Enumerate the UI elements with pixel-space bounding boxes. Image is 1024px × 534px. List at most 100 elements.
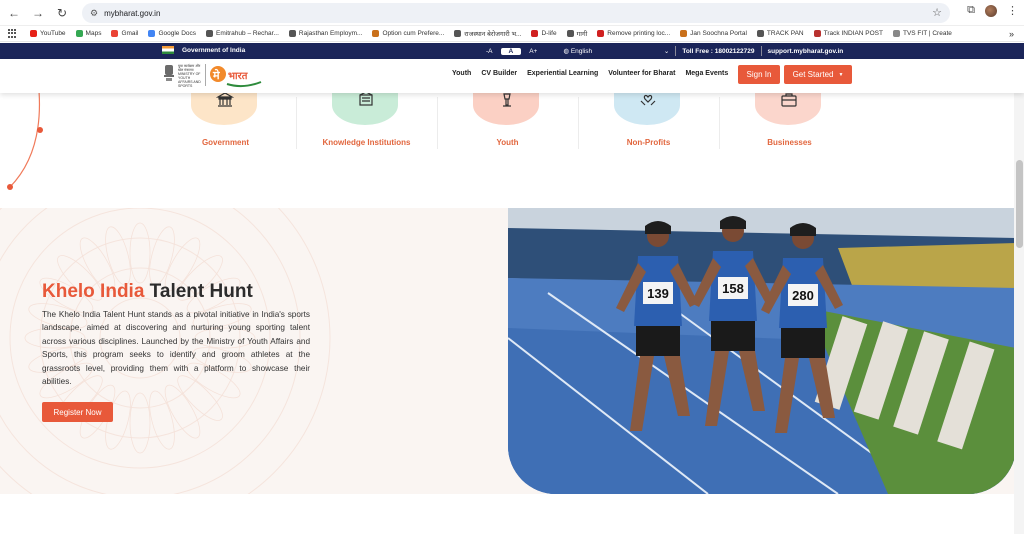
nav-item-cv-builder[interactable]: CV Builder <box>481 70 517 77</box>
chevron-down-icon: ⌄ <box>663 48 670 55</box>
bookmark-item[interactable]: Option cum Prefere... <box>372 30 444 37</box>
bookmark-label: Jan Soochna Portal <box>690 30 747 37</box>
address-bar[interactable]: ⚙ mybharat.gov.in ☆ <box>82 3 950 23</box>
extensions-icon[interactable]: ⧉ <box>967 4 975 17</box>
more-bookmarks-icon[interactable]: » <box>1009 29 1014 39</box>
category-label: Knowledge Institutions <box>322 138 411 147</box>
get-started-label: Get Started <box>792 70 834 79</box>
browser-menu-icon[interactable]: ⋮ <box>1007 4 1018 17</box>
bookmark-item[interactable]: Rajasthan Employm... <box>288 30 362 37</box>
category-label: Youth <box>496 138 519 147</box>
nav-item-experiential-learning[interactable]: Experiential Learning <box>527 70 598 77</box>
bookmarks-bar: YouTube Maps Gmail Google Docs Emitrahub – R… <box>0 26 1024 42</box>
institution-icon <box>359 91 373 106</box>
bookmark-label: TVS FIT | Create <box>902 30 952 37</box>
bookmark-item[interactable]: गागी <box>566 29 587 38</box>
bookmark-star-icon[interactable]: ☆ <box>932 6 942 19</box>
mera-bharat-logo[interactable]: मे भारत <box>209 62 265 90</box>
youth-icon <box>503 93 511 107</box>
apps-grid-icon[interactable] <box>8 28 18 39</box>
bookmark-favicon-icon <box>454 30 462 37</box>
browser-toolbar: ← → ↻ ⌂ ⚙ mybharat.gov.in ☆ ⧉ ⋮ <box>0 0 1024 26</box>
national-emblem-icon <box>164 65 174 81</box>
bookmark-item[interactable]: राजस्थान बेरोजगारी भ... <box>454 29 521 38</box>
category-divider <box>578 97 579 149</box>
bookmark-item[interactable]: TVS FIT | Create <box>892 30 952 37</box>
bookmark-item[interactable]: Emitrahub – Rechar... <box>206 30 279 37</box>
hero-title-accent: Khelo India <box>42 281 145 302</box>
category-card[interactable]: Businesses <box>719 85 860 155</box>
caret-down-icon: ▼ <box>838 71 844 78</box>
svg-text:मे: मे <box>212 68 220 82</box>
bookmark-favicon-icon <box>680 30 688 37</box>
category-card[interactable]: Government <box>155 85 296 155</box>
bookmark-favicon-icon <box>813 30 821 37</box>
bookmark-item[interactable]: Google Docs <box>148 30 196 37</box>
bookmark-item[interactable]: D-life <box>531 30 557 37</box>
bookmark-favicon-icon <box>288 30 296 37</box>
site-info-icon[interactable]: ⚙ <box>90 8 98 19</box>
get-started-button[interactable]: Get Started ▼ <box>784 65 852 84</box>
bookmark-label: TRACK PAN <box>766 30 804 37</box>
hero-title-rest: Talent Hunt <box>144 281 253 302</box>
category-label: Non-Profits <box>626 138 671 147</box>
bookmark-item[interactable]: TRACK PAN <box>756 30 804 37</box>
url-text: mybharat.gov.in <box>104 8 161 18</box>
language-select[interactable]: ◍ English ⌄ <box>563 47 669 55</box>
bookmark-item[interactable]: Jan Soochna Portal <box>680 30 747 37</box>
forward-icon[interactable]: → <box>28 3 48 23</box>
category-card[interactable]: Non-Profits <box>578 85 719 155</box>
bib-number: 280 <box>792 288 814 303</box>
bookmark-item[interactable]: YouTube <box>30 30 66 37</box>
hero-section: Khelo India Talent Hunt The Khelo India … <box>0 208 1024 494</box>
bookmark-label: Remove printing loc... <box>607 30 671 37</box>
nav-item-youth[interactable]: Youth <box>452 70 471 77</box>
gov-strip: Government of India -A A A+ ◍ English ⌄ … <box>0 43 1024 59</box>
bookmark-favicon-icon <box>531 30 539 37</box>
font-normal-button[interactable]: A <box>500 47 522 55</box>
support-link[interactable]: support.mybharat.gov.in <box>768 48 844 55</box>
bookmark-label: Emitrahub – Rechar... <box>216 30 279 37</box>
hero-description: The Khelo India Talent Hunt stands as a … <box>42 310 310 387</box>
bookmark-item[interactable]: Track INDIAN POST <box>813 30 883 37</box>
bib-number: 158 <box>722 281 744 296</box>
building-icon <box>216 92 234 107</box>
font-decrease-button[interactable]: -A <box>478 48 501 55</box>
reload-icon[interactable]: ↻ <box>52 3 72 23</box>
bookmark-item[interactable]: Gmail <box>111 30 138 37</box>
category-row: Government Knowledge Institutions Youth Non… <box>155 85 860 155</box>
main-menu: Youth CV Builder Experiential Learning Volu… <box>452 70 738 77</box>
register-now-button[interactable]: Register Now <box>42 402 113 422</box>
bookmark-label: YouTube <box>40 30 66 37</box>
bookmark-favicon-icon <box>206 30 214 37</box>
scrollbar-thumb[interactable] <box>1016 160 1023 248</box>
hero-title: Khelo India Talent Hunt <box>42 281 253 303</box>
bookmark-favicon-icon <box>597 30 605 37</box>
sign-in-button[interactable]: Sign In <box>738 65 780 84</box>
language-value: English <box>570 48 593 55</box>
decorative-arc <box>7 80 43 190</box>
nav-item-mega-events[interactable]: Mega Events <box>685 70 728 77</box>
font-increase-button[interactable]: A+ <box>521 48 545 55</box>
category-divider <box>437 97 438 149</box>
athletes-photo: 139 158 280 <box>508 208 1016 494</box>
svg-text:भारत: भारत <box>228 71 249 82</box>
bookmark-item[interactable]: Remove printing loc... <box>597 30 670 37</box>
bookmark-label: Google Docs <box>158 30 197 37</box>
bookmark-favicon-icon <box>892 30 900 37</box>
category-label: Businesses <box>767 138 812 147</box>
bookmark-favicon-icon <box>111 30 119 37</box>
bookmark-favicon-icon <box>566 30 574 37</box>
bookmark-favicon-icon <box>30 30 37 37</box>
category-card[interactable]: Knowledge Institutions <box>296 85 437 155</box>
bookmark-item[interactable]: Maps <box>75 30 102 37</box>
nav-item-volunteer-for-bharat[interactable]: Volunteer for Bharat <box>608 70 675 77</box>
runners-illustration: 139 158 280 <box>508 208 1016 494</box>
bookmark-label: Maps <box>85 30 102 37</box>
bookmark-label: Gmail <box>121 30 139 37</box>
category-card[interactable]: Youth <box>437 85 578 155</box>
category-divider <box>296 97 297 149</box>
profile-avatar[interactable] <box>985 4 997 17</box>
bookmark-label: Track INDIAN POST <box>823 30 883 37</box>
back-icon[interactable]: ← <box>4 3 24 23</box>
